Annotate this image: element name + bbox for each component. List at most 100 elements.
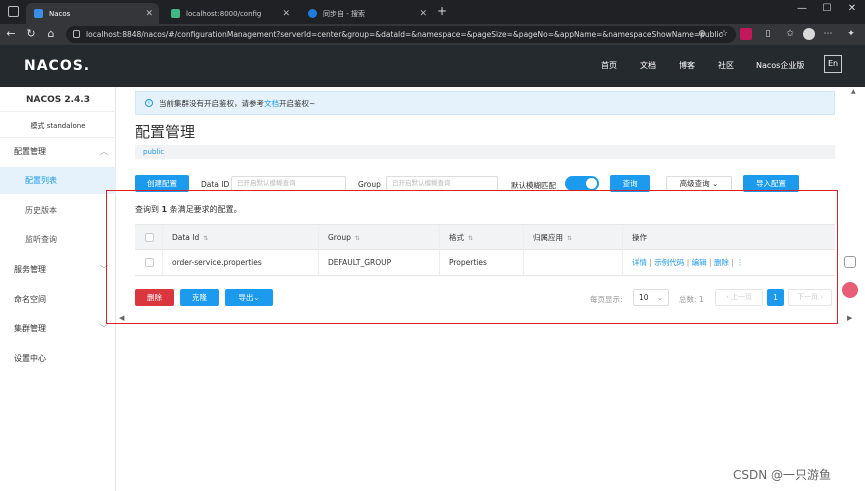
close-icon[interactable]: ✕	[282, 9, 290, 19]
browser-tab-search[interactable]: 同步自 - 搜索 ✕	[300, 3, 433, 24]
nav-enterprise[interactable]: Nacos企业版	[756, 60, 804, 71]
edit-link[interactable]: 编辑	[692, 258, 707, 267]
table-row: order-service.properties DEFAULT_GROUP P…	[135, 250, 835, 276]
sample-code-link[interactable]: 示例代码	[654, 258, 684, 267]
prev-label: 上一页	[731, 293, 753, 301]
sidebar-item-label: 服务管理	[14, 265, 46, 274]
close-icon[interactable]: ✕	[419, 9, 427, 19]
sidebar-item-config-management[interactable]: 配置管理 ︿	[0, 138, 116, 165]
language-switch-button[interactable]: En	[824, 55, 842, 73]
chevron-right-icon: ›	[820, 293, 824, 301]
site-info-icon[interactable]	[73, 30, 80, 38]
page-size-label: 每页显示:	[590, 295, 623, 304]
copilot-icon[interactable]: ✦	[845, 28, 857, 40]
sidebar-item-config-list[interactable]: 配置列表	[0, 167, 116, 194]
home-icon[interactable]: ⌂	[44, 27, 58, 40]
scroll-right-icon[interactable]: ▶	[847, 314, 852, 322]
header-data-id[interactable]: Data Id ⇅	[163, 225, 319, 249]
dataid-input[interactable]: 已开启默认模糊查询	[231, 176, 346, 191]
prev-page-button[interactable]: ‹ 上一页	[715, 289, 763, 306]
bulk-export-button[interactable]: 导出⌄	[225, 289, 273, 306]
page-size-value: 10	[639, 293, 649, 302]
group-input[interactable]: 已开启默认模糊查询	[386, 176, 498, 191]
split-screen-icon[interactable]: ▯	[762, 28, 774, 40]
next-page-button[interactable]: 下一页 ›	[788, 289, 832, 306]
cell-group: DEFAULT_GROUP	[319, 250, 440, 275]
nav-community[interactable]: 社区	[718, 60, 734, 71]
sort-icon[interactable]: ⇅	[355, 235, 360, 242]
maximize-icon[interactable]: ☐	[820, 3, 834, 14]
qr-code-icon[interactable]	[844, 256, 856, 268]
detail-link[interactable]: 详情	[632, 258, 647, 267]
scroll-up-icon[interactable]: ▲	[851, 88, 856, 95]
header-actions: 操作	[623, 225, 835, 249]
nacos-favicon-icon	[34, 9, 43, 18]
header-label: 格式	[449, 233, 464, 242]
tab-title: 同步自 - 搜索	[323, 9, 365, 18]
close-icon[interactable]: ✕	[145, 9, 153, 19]
new-tab-icon[interactable]: +	[437, 4, 447, 18]
url-input[interactable]: localhost:8848/nacos/#/configurationMana…	[66, 26, 736, 43]
sidebar-item-label: 配置管理	[14, 147, 46, 156]
favorite-star-icon[interactable]: ☆	[718, 28, 730, 40]
page-title: 配置管理	[135, 123, 196, 141]
back-icon[interactable]: ←	[4, 27, 18, 40]
chevron-down-icon: ⌄	[253, 293, 260, 302]
row-checkbox-cell	[135, 250, 163, 275]
page-size-select[interactable]: 10 ⌄	[633, 289, 669, 306]
docs-link[interactable]: 文档	[264, 98, 279, 109]
tab-actions-icon[interactable]	[8, 6, 19, 17]
favorites-icon[interactable]: ✩	[784, 28, 796, 40]
header-label: Group	[328, 233, 351, 242]
advanced-query-button[interactable]: 高级查询 ⌄	[666, 176, 732, 191]
sidebar-item-label: 设置中心	[14, 354, 46, 363]
nav-docs[interactable]: 文档	[640, 60, 656, 71]
browser-tab-nacos[interactable]: Nacos ✕	[26, 3, 159, 24]
header-format[interactable]: 格式 ⇅	[440, 225, 524, 249]
reload-icon[interactable]: ↻	[24, 27, 38, 40]
browser-tab-config[interactable]: localhost:8000/config ✕	[163, 3, 296, 24]
assistant-icon[interactable]	[842, 282, 858, 298]
sort-icon[interactable]: ⇅	[468, 235, 473, 242]
sort-icon[interactable]: ⇅	[203, 235, 208, 242]
sidebar-item-settings[interactable]: 设置中心	[0, 345, 116, 372]
fuzzy-match-toggle[interactable]	[565, 176, 599, 191]
scroll-left-icon[interactable]: ◀	[119, 314, 124, 322]
sidebar-item-namespace[interactable]: 命名空间	[0, 286, 116, 313]
chevron-down-icon: ⌄	[712, 179, 719, 188]
header-app[interactable]: 归属应用 ⇅	[524, 225, 623, 249]
cell-actions: 详情 | 示例代码 | 编辑 | 删除 | ⋮	[623, 250, 835, 275]
bulk-clone-button[interactable]: 克隆	[180, 289, 219, 306]
delete-link[interactable]: 删除	[714, 258, 729, 267]
more-actions-icon[interactable]: ⋮	[736, 258, 744, 267]
info-icon: i	[145, 99, 153, 107]
sidebar-item-history[interactable]: 历史版本	[0, 197, 116, 224]
vue-favicon-icon	[171, 9, 180, 18]
extension-icon[interactable]	[740, 28, 752, 40]
sidebar-item-label: 集群管理	[14, 324, 46, 333]
header-group[interactable]: Group ⇅	[319, 225, 440, 249]
nacos-header: NACOS. 首页 文档 博客 社区 Nacos企业版 En	[0, 45, 865, 87]
separator: |	[686, 258, 690, 267]
minimize-icon[interactable]: —	[795, 3, 809, 14]
sidebar-item-listener-query[interactable]: 监听查询	[0, 226, 116, 253]
window-close-icon[interactable]: ✕	[845, 3, 859, 14]
sidebar-item-service-management[interactable]: 服务管理 ﹀	[0, 256, 116, 283]
url-text: localhost:8848/nacos/#/configurationMana…	[86, 30, 723, 39]
profile-avatar[interactable]	[803, 28, 815, 40]
zoom-icon[interactable]: ⊕	[696, 28, 708, 40]
watermark: CSDN @一只游鱼	[733, 468, 832, 482]
bulk-delete-button[interactable]: 删除	[135, 289, 174, 306]
sidebar-item-cluster-management[interactable]: 集群管理 ﹀	[0, 315, 116, 342]
nav-home[interactable]: 首页	[601, 60, 617, 71]
namespace-tab-public[interactable]: public	[135, 145, 835, 159]
page-1-button[interactable]: 1	[767, 289, 784, 306]
sort-icon[interactable]: ⇅	[567, 235, 572, 242]
toggle-knob	[586, 178, 597, 189]
notice-text: 开启鉴权~	[279, 98, 316, 108]
more-menu-icon[interactable]: ⋯	[822, 28, 834, 40]
row-checkbox[interactable]	[145, 258, 154, 267]
select-all-checkbox[interactable]	[145, 233, 154, 242]
nav-blog[interactable]: 博客	[679, 60, 695, 71]
nacos-logo[interactable]: NACOS.	[24, 58, 90, 74]
